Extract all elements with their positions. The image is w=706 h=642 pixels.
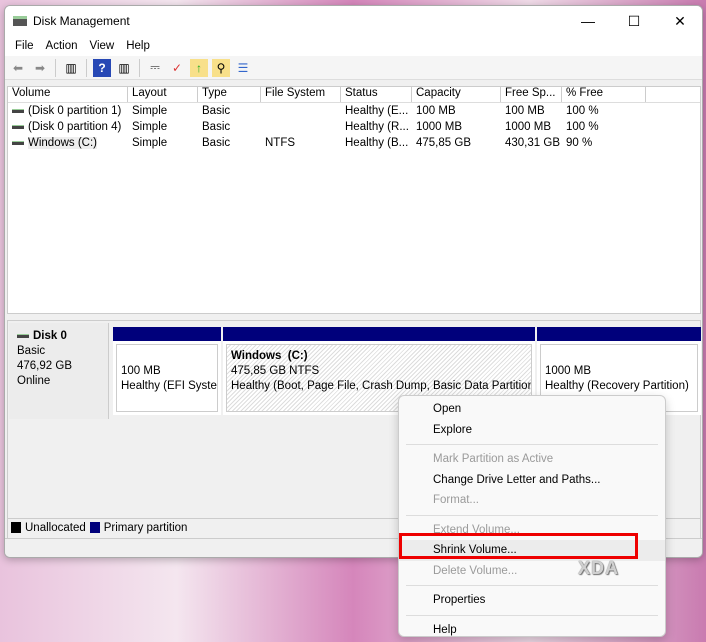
disk-management-icon xyxy=(13,16,27,26)
help-icon[interactable]: ? xyxy=(93,59,111,77)
partition-efi[interactable]: 100 MBHealthy (EFI System Partition) xyxy=(113,327,221,415)
volume-list-header: Volume Layout Type File System Status Ca… xyxy=(8,87,700,103)
table-row[interactable]: (Disk 0 partition 1) Simple Basic Health… xyxy=(8,103,700,119)
partition-size: 100 MB xyxy=(121,364,213,379)
cell-capacity: 1000 MB xyxy=(412,121,501,133)
legend-unallocated: Unallocated xyxy=(25,522,86,534)
xda-watermark: XDA xyxy=(578,558,619,579)
context-menu: Open Explore Mark Partition as Active Ch… xyxy=(398,395,666,637)
table-row[interactable]: (Disk 0 partition 4) Simple Basic Health… xyxy=(8,119,700,135)
menu-item-shrink-volume[interactable]: Shrink Volume... xyxy=(399,540,665,561)
menu-item-properties[interactable]: Properties xyxy=(399,590,665,611)
disk-size: 476,92 GB xyxy=(17,359,100,374)
maximize-button[interactable]: ☐ xyxy=(611,6,657,36)
close-button[interactable]: ✕ xyxy=(657,6,703,36)
menu-item-extend-volume: Extend Volume... xyxy=(399,520,665,541)
cell-status: Healthy (E... xyxy=(341,105,412,117)
cell-layout: Simple xyxy=(128,121,198,133)
cell-type: Basic xyxy=(198,137,261,149)
table-row[interactable]: Windows (C:) Simple Basic NTFS Healthy (… xyxy=(8,135,700,151)
cell-status: Healthy (R... xyxy=(341,121,412,133)
menu-separator xyxy=(406,615,658,616)
volume-name: Windows (C:) xyxy=(28,137,97,149)
show-action-pane-icon[interactable]: ▥ xyxy=(115,59,133,77)
menu-separator xyxy=(406,585,658,586)
drive-icon xyxy=(12,125,24,129)
menu-separator xyxy=(406,444,658,445)
disk-type: Basic xyxy=(17,344,100,359)
show-hide-console-tree-icon[interactable]: ▥ xyxy=(62,59,80,77)
menu-item-open[interactable]: Open xyxy=(399,399,665,420)
cell-file-system: NTFS xyxy=(261,137,341,149)
cell-type: Basic xyxy=(198,121,261,133)
connect-disk-icon[interactable]: ⎓ xyxy=(146,59,164,77)
cell-free-space: 1000 MB xyxy=(501,121,562,133)
menu-item-format: Format... xyxy=(399,490,665,511)
disk-name: Disk 0 xyxy=(33,330,67,342)
column-volume[interactable]: Volume xyxy=(8,87,128,102)
column-status[interactable]: Status xyxy=(341,87,412,102)
disk-0-info[interactable]: Disk 0 Basic 476,92 GB Online xyxy=(9,323,109,419)
partition-title: Windows (C:) xyxy=(231,349,527,364)
menu-item-explore[interactable]: Explore xyxy=(399,420,665,441)
window-title: Disk Management xyxy=(33,14,130,28)
folder-search-icon[interactable]: ⚲ xyxy=(212,59,230,77)
menu-item-change-drive-letter[interactable]: Change Drive Letter and Paths... xyxy=(399,470,665,491)
menu-separator xyxy=(406,515,658,516)
partition-status: Healthy (EFI System Partition) xyxy=(121,379,213,394)
menu-item-delete-volume: Delete Volume... xyxy=(399,561,665,582)
cell-percent-free: 100 % xyxy=(562,121,646,133)
primary-partition-swatch xyxy=(90,522,100,533)
column-layout[interactable]: Layout xyxy=(128,87,198,102)
unallocated-swatch xyxy=(11,522,21,533)
partition-size: 475,85 GB NTFS xyxy=(231,364,527,379)
column-free-space[interactable]: Free Sp... xyxy=(501,87,562,102)
menu-action[interactable]: Action xyxy=(40,40,84,52)
volume-list: Volume Layout Type File System Status Ca… xyxy=(7,86,701,314)
column-file-system[interactable]: File System xyxy=(261,87,341,102)
menu-item-mark-active: Mark Partition as Active xyxy=(399,449,665,470)
menu-bar: File Action View Help xyxy=(5,36,702,56)
menu-file[interactable]: File xyxy=(9,40,40,52)
forward-icon[interactable]: ➡ xyxy=(31,59,49,77)
cell-layout: Simple xyxy=(128,137,198,149)
back-icon[interactable]: ⬅ xyxy=(9,59,27,77)
drive-icon xyxy=(12,109,24,113)
cell-percent-free: 100 % xyxy=(562,105,646,117)
column-type[interactable]: Type xyxy=(198,87,261,102)
volume-name: (Disk 0 partition 4) xyxy=(28,121,121,133)
cell-status: Healthy (B... xyxy=(341,137,412,149)
menu-help[interactable]: Help xyxy=(120,40,156,52)
disk-state: Online xyxy=(17,374,100,389)
partition-status: Healthy (Recovery Partition) xyxy=(545,379,693,394)
toolbar-separator xyxy=(55,59,56,77)
partition-status: Healthy (Boot, Page File, Crash Dump, Ba… xyxy=(231,379,527,394)
cell-free-space: 430,31 GB xyxy=(501,137,562,149)
column-capacity[interactable]: Capacity xyxy=(412,87,501,102)
menu-item-help[interactable]: Help xyxy=(399,620,665,641)
cell-percent-free: 90 % xyxy=(562,137,646,149)
drive-icon xyxy=(12,141,24,145)
cell-type: Basic xyxy=(198,105,261,117)
partition-size: 1000 MB xyxy=(545,364,693,379)
legend-primary-partition: Primary partition xyxy=(104,522,188,534)
properties-list-icon[interactable]: ☰ xyxy=(234,59,252,77)
minimize-button[interactable]: — xyxy=(565,6,611,36)
toolbar-separator xyxy=(86,59,87,77)
column-percent-free[interactable]: % Free xyxy=(562,87,646,102)
folder-up-icon[interactable]: ↑ xyxy=(190,59,208,77)
toolbar-separator xyxy=(139,59,140,77)
menu-view[interactable]: View xyxy=(84,40,121,52)
cell-capacity: 475,85 GB xyxy=(412,137,501,149)
disk-icon xyxy=(17,334,29,338)
cell-free-space: 100 MB xyxy=(501,105,562,117)
cell-capacity: 100 MB xyxy=(412,105,501,117)
cell-layout: Simple xyxy=(128,105,198,117)
title-bar: Disk Management — ☐ ✕ xyxy=(5,6,702,36)
volume-name: (Disk 0 partition 1) xyxy=(28,105,121,117)
toolbar: ⬅ ➡ ▥ ? ▥ ⎓ ✓ ↑ ⚲ ☰ xyxy=(5,56,702,80)
checklist-icon[interactable]: ✓ xyxy=(168,59,186,77)
